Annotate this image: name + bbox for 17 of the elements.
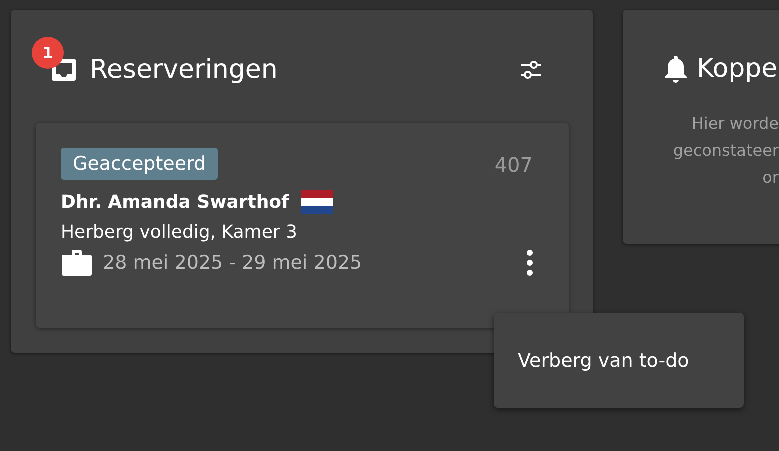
status-tag: Geaccepteerd [61, 148, 218, 180]
briefcase-icon [61, 249, 93, 277]
description-text: or [762, 167, 779, 189]
panel-title: Koppe [697, 54, 778, 84]
flag-icon [301, 190, 334, 214]
description-text: geconstateer [672, 140, 779, 162]
notification-badge: 1 [32, 37, 64, 69]
date-range: 28 mei 2025 - 29 mei 2025 [103, 252, 362, 274]
guest-name: Dhr. Amanda Swarthof [61, 192, 290, 212]
bell-icon [663, 55, 689, 83]
more-options-button[interactable] [525, 250, 535, 276]
room-text: Herberg volledig, Kamer 3 [61, 222, 298, 243]
panel-title: Reserveringen [90, 55, 278, 85]
reservation-number: 407 [494, 152, 533, 177]
filter-button[interactable] [519, 59, 543, 81]
menu-item[interactable]: Verberg van to-do [494, 350, 690, 372]
description-text: Hier worde [690, 113, 779, 135]
